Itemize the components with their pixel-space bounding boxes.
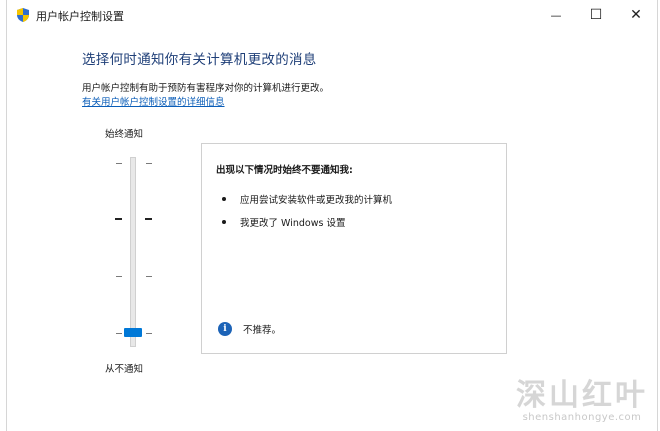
description-text: 用户帐户控制有助于预防有害程序对你的计算机进行更改。 [82, 83, 330, 94]
maximize-button[interactable]: ☐ [576, 0, 616, 30]
bullet-text: 应用尝试安装软件或更改我的计算机 [240, 195, 393, 206]
slider-tick [146, 276, 152, 277]
close-icon: ✕ [630, 7, 642, 23]
info-icon: i [218, 322, 232, 336]
page-heading: 选择何时通知你有关计算机更改的消息 [82, 52, 317, 68]
title-bar[interactable]: 用户帐户控制设置 — ☐ ✕ [7, 0, 657, 30]
slider-bottom-label: 从不通知 [105, 364, 144, 375]
minimize-icon: — [550, 8, 562, 22]
bullet-icon [222, 220, 226, 224]
list-item: 我更改了 Windows 设置 [222, 215, 345, 229]
close-button[interactable]: ✕ [616, 0, 656, 30]
shield-icon [17, 8, 29, 22]
slider-thumb[interactable] [124, 328, 142, 337]
level-description-panel: 出现以下情况时始终不要通知我: 应用尝试安装软件或更改我的计算机 我更改了 Wi… [201, 143, 507, 354]
bullet-icon [222, 197, 226, 201]
slider-tick [116, 276, 122, 277]
window-title: 用户帐户控制设置 [36, 10, 124, 23]
slider-tick [116, 163, 122, 164]
watermark-logo-text: 深山红叶 [516, 378, 648, 413]
slider-track[interactable] [130, 157, 136, 347]
watermark-url: shenshanhongye.com [522, 412, 642, 423]
minimize-button[interactable]: — [536, 0, 576, 30]
watermark: 深山红叶 shenshanhongye.com [516, 378, 648, 424]
recommendation-text: 不推荐。 [243, 325, 282, 336]
slider-top-label: 始终通知 [105, 129, 144, 140]
slider-tick [116, 333, 122, 334]
panel-title: 出现以下情况时始终不要通知我: [216, 165, 353, 176]
slider-tick [115, 218, 122, 220]
maximize-icon: ☐ [589, 7, 603, 23]
slider-tick [145, 218, 152, 220]
list-item: 应用尝试安装软件或更改我的计算机 [222, 192, 392, 206]
slider-tick [146, 333, 152, 334]
uac-details-link[interactable]: 有关用户帐户控制设置的详细信息 [82, 94, 225, 108]
uac-settings-window: 用户帐户控制设置 — ☐ ✕ 选择何时通知你有关计算机更改的消息 用户帐户控制有… [6, 0, 658, 431]
recommendation-note: i 不推荐。 [218, 322, 281, 336]
bullet-text: 我更改了 Windows 设置 [240, 218, 346, 229]
slider-tick [146, 163, 152, 164]
